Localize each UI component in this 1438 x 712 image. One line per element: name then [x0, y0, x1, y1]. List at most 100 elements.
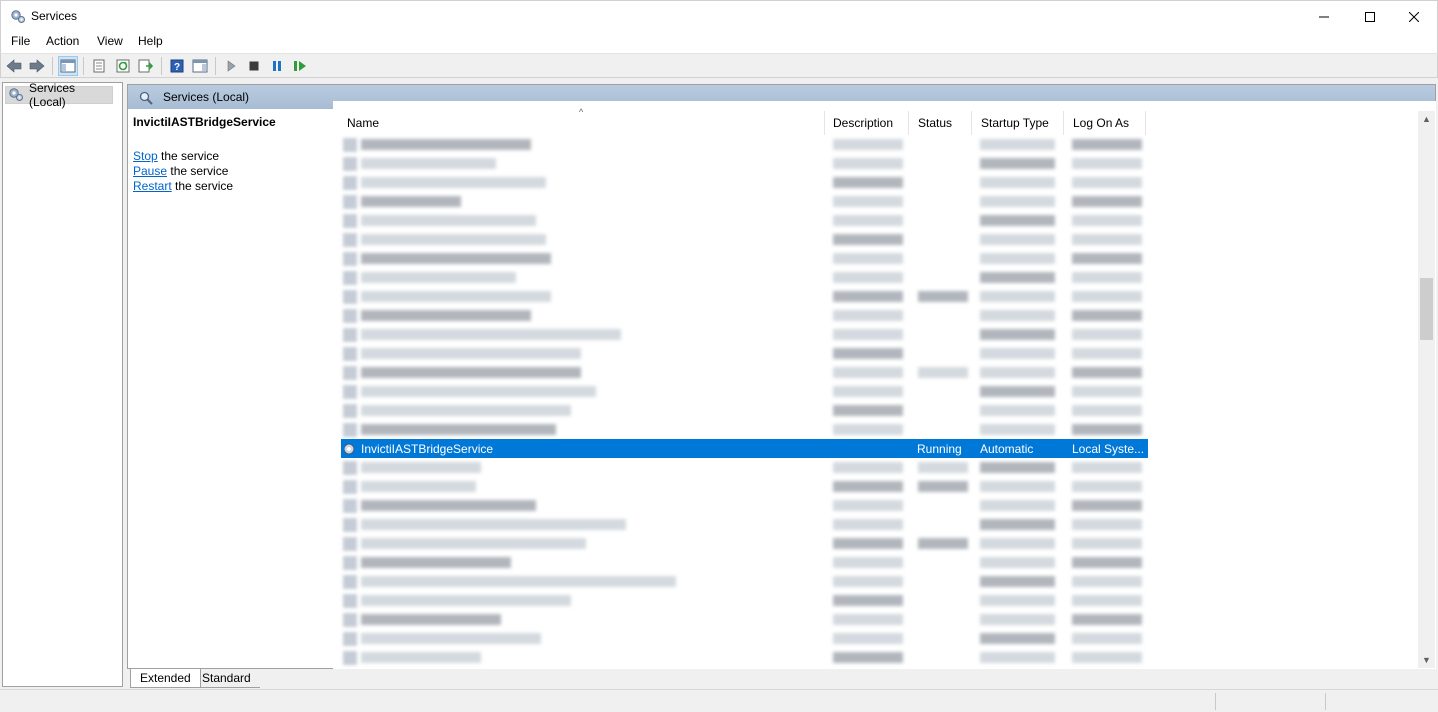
table-row[interactable] [341, 401, 1148, 420]
table-row[interactable] [341, 306, 1148, 325]
table-row[interactable] [341, 173, 1148, 192]
scroll-down-icon[interactable]: ▼ [1422, 655, 1431, 665]
redacted-cell [1072, 139, 1142, 150]
menu-bar: File Action View Help [0, 31, 1438, 53]
redacted-cell [980, 633, 1055, 644]
column-header-startup-type[interactable]: Startup Type [972, 111, 1064, 135]
status-separator [1325, 693, 1326, 710]
service-gear-icon [343, 461, 357, 475]
service-gear-icon [343, 138, 357, 152]
redacted-cell [980, 557, 1055, 568]
table-row[interactable] [341, 515, 1148, 534]
svg-text:?: ? [174, 62, 180, 73]
restart-service-icon[interactable] [290, 56, 310, 76]
table-row[interactable] [341, 249, 1148, 268]
menu-view[interactable]: View [97, 34, 123, 48]
redacted-cell [361, 481, 476, 492]
tab-extended[interactable]: Extended [130, 669, 201, 688]
redacted-cell [980, 234, 1055, 245]
redacted-cell [1072, 215, 1142, 226]
show-action-pane-icon[interactable] [190, 56, 210, 76]
refresh-icon[interactable] [113, 56, 133, 76]
table-row[interactable] [341, 458, 1148, 477]
vertical-scrollbar[interactable]: ▲ ▼ [1418, 111, 1435, 668]
table-row[interactable] [341, 287, 1148, 306]
export-list-icon[interactable] [136, 56, 156, 76]
show-hide-console-tree-icon[interactable] [58, 56, 78, 76]
table-row[interactable] [341, 344, 1148, 363]
redacted-cell [980, 329, 1055, 340]
close-button[interactable] [1391, 1, 1437, 32]
column-header-description[interactable]: Description [824, 111, 909, 135]
minimize-button[interactable] [1301, 1, 1347, 32]
redacted-cell [833, 367, 903, 378]
scroll-up-icon[interactable]: ▲ [1422, 114, 1431, 124]
table-row-selected[interactable]: InvictiIASTBridgeService Running Automat… [341, 439, 1148, 458]
menu-help[interactable]: Help [138, 34, 163, 48]
table-row[interactable] [341, 420, 1148, 439]
redacted-cell [1072, 557, 1142, 568]
redacted-cell [1072, 329, 1142, 340]
table-row[interactable] [341, 268, 1148, 287]
table-row[interactable] [341, 154, 1148, 173]
table-row[interactable] [341, 572, 1148, 591]
pause-service-icon[interactable] [267, 56, 287, 76]
redacted-cell [1072, 652, 1142, 663]
table-row[interactable] [341, 230, 1148, 249]
services-list: ^ Name Description Status Startup Type L… [333, 101, 1436, 669]
menu-file[interactable]: File [11, 34, 30, 48]
table-row[interactable] [341, 591, 1148, 610]
table-row[interactable] [341, 325, 1148, 344]
status-bar [0, 689, 1438, 712]
table-row[interactable] [341, 610, 1148, 629]
table-row[interactable] [341, 553, 1148, 572]
redacted-cell [918, 291, 968, 302]
properties-icon[interactable] [89, 56, 109, 76]
table-row[interactable] [341, 629, 1148, 648]
table-row[interactable] [341, 534, 1148, 553]
tree-item-services-local[interactable]: Services (Local) [5, 81, 113, 109]
stop-service-icon[interactable] [244, 56, 264, 76]
stop-link[interactable]: Stop [133, 149, 158, 163]
service-gear-icon [343, 290, 357, 304]
redacted-cell [833, 348, 903, 359]
redacted-cell [361, 633, 541, 644]
redacted-cell [1072, 595, 1142, 606]
table-row[interactable] [341, 192, 1148, 211]
table-row[interactable] [341, 135, 1148, 154]
restart-link[interactable]: Restart [133, 179, 172, 193]
service-gear-icon [343, 594, 357, 608]
redacted-cell [980, 215, 1055, 226]
redacted-cell [1072, 272, 1142, 283]
scroll-thumb[interactable] [1420, 278, 1433, 340]
tab-standard[interactable]: Standard [193, 669, 260, 688]
column-header-name[interactable]: Name [338, 111, 825, 135]
column-header-status[interactable]: Status [909, 111, 972, 135]
menu-action[interactable]: Action [46, 34, 79, 48]
redacted-cell [361, 196, 461, 207]
redacted-cell [361, 462, 481, 473]
forward-icon[interactable] [27, 56, 47, 76]
service-gear-icon [343, 271, 357, 285]
row-startup-type: Automatic [980, 442, 1034, 456]
column-header-log-on-as[interactable]: Log On As [1064, 111, 1146, 135]
table-row[interactable] [341, 363, 1148, 382]
table-row[interactable] [341, 477, 1148, 496]
redacted-cell [361, 177, 546, 188]
help-icon[interactable]: ? [167, 56, 187, 76]
redacted-cell [833, 652, 903, 663]
redacted-cell [361, 215, 536, 226]
console-tree: Services (Local) [2, 81, 123, 687]
maximize-button[interactable] [1347, 1, 1393, 32]
redacted-cell [1072, 348, 1142, 359]
start-service-icon[interactable] [221, 56, 241, 76]
redacted-cell [833, 329, 903, 340]
back-icon[interactable] [4, 56, 24, 76]
table-row[interactable] [341, 211, 1148, 230]
pause-link[interactable]: Pause [133, 164, 167, 178]
redacted-cell [833, 500, 903, 511]
table-row[interactable] [341, 382, 1148, 401]
table-row[interactable] [341, 496, 1148, 515]
redacted-cell [361, 538, 586, 549]
table-row[interactable] [341, 648, 1148, 667]
